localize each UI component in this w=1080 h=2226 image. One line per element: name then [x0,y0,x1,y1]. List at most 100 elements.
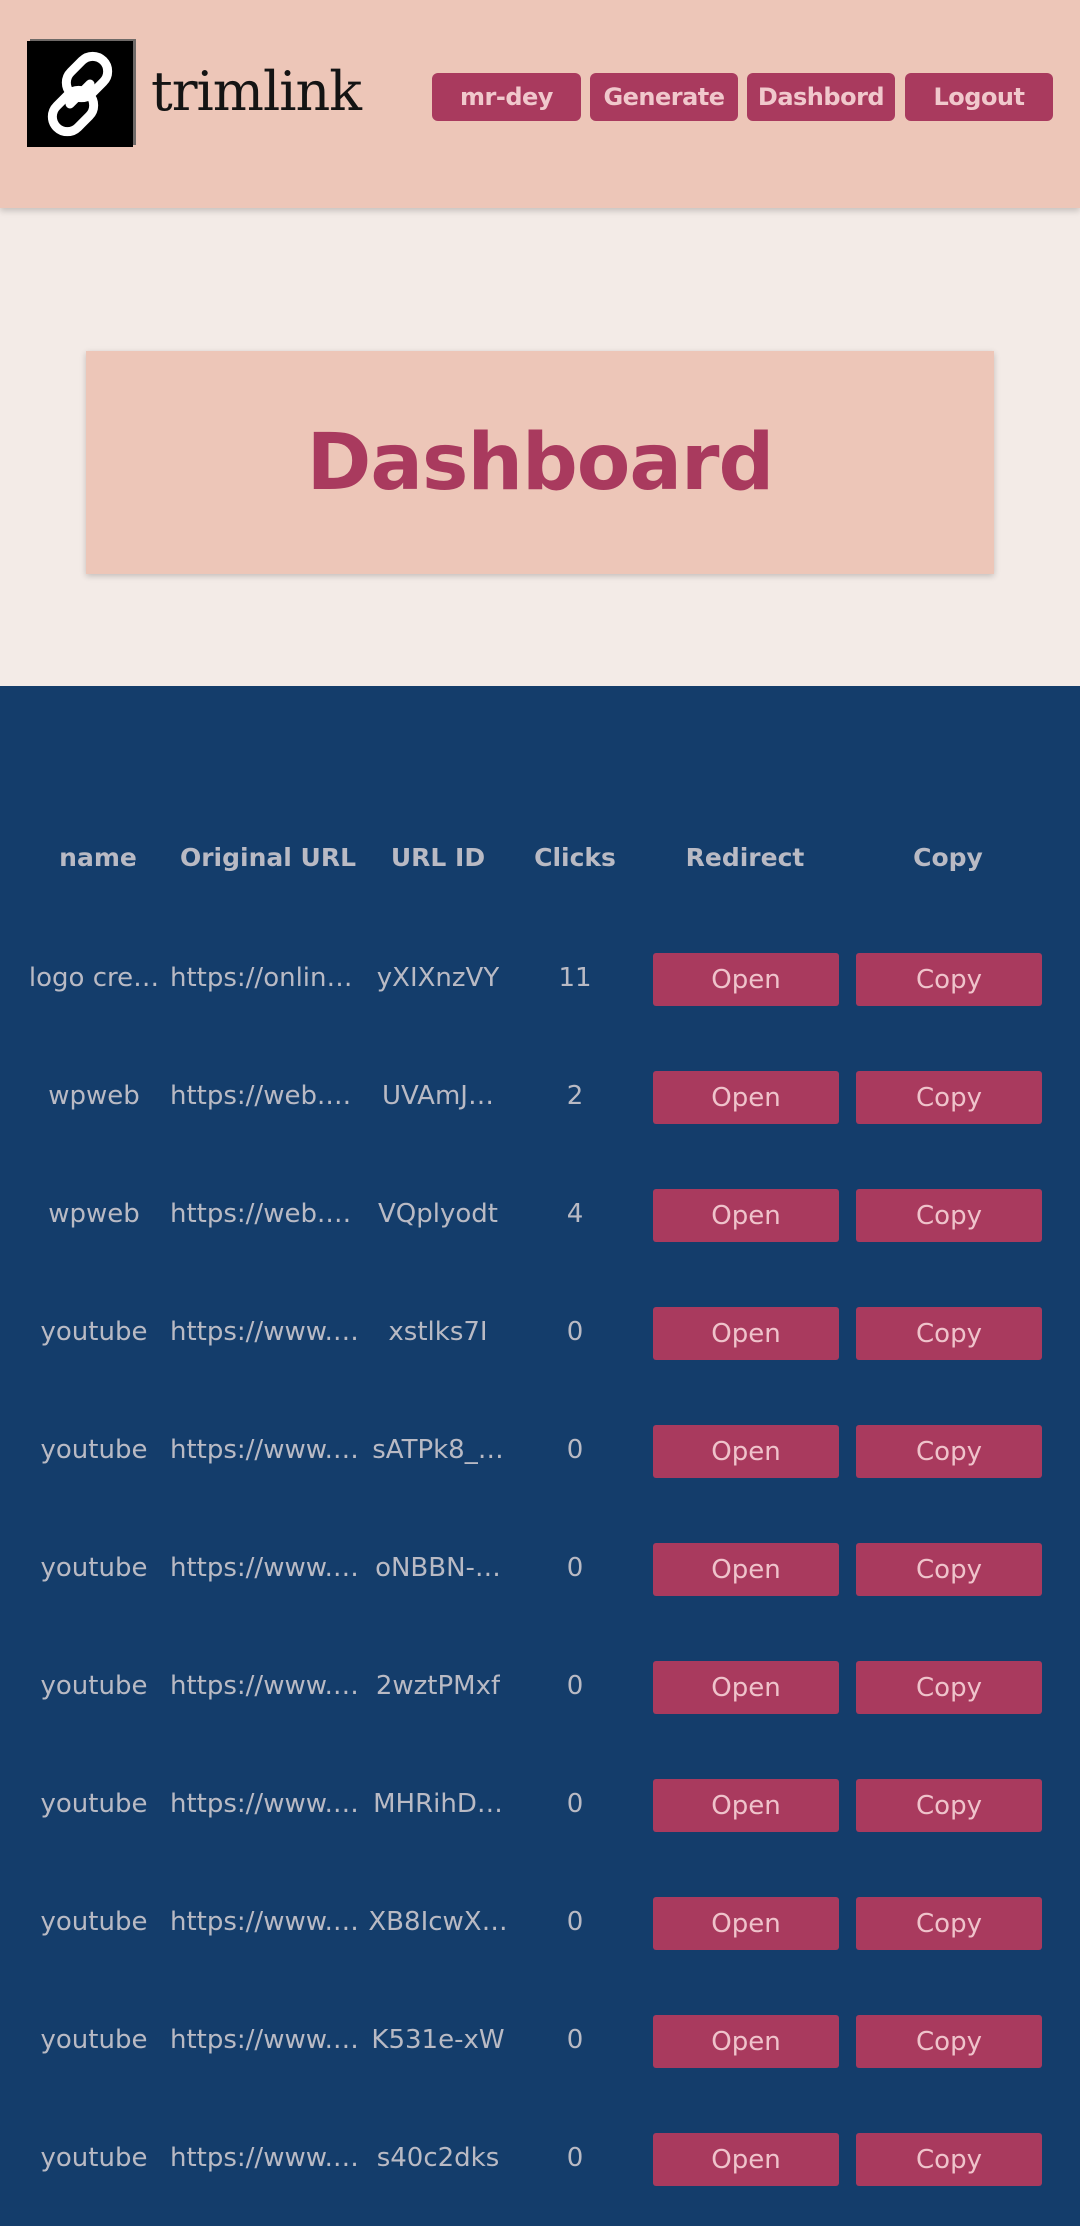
click-count: 0 [566,1435,584,1465]
links-table: name Original URL URL ID Clicks Redirect… [0,686,1080,2226]
header-name: name [59,843,137,872]
open-button[interactable]: Open [653,2015,839,2068]
click-count: 0 [566,1671,584,1701]
open-button[interactable]: Open [653,2133,839,2186]
header-copy: Copy [913,843,983,872]
cell-clicks: 4 [540,1184,610,1244]
url-id: oNBBN-… [375,1553,501,1583]
url-id: XB8IcwX… [368,1907,508,1937]
open-button[interactable]: Open [653,1307,839,1360]
copy-button[interactable]: Copy [856,2015,1042,2068]
copy-button[interactable]: Copy [856,1543,1042,1596]
original-url: https://web.… [170,1081,352,1111]
table-row: wpweb https://web.… UVAmJ… 2 Open Copy [0,1066,1080,1126]
cell-clicks: 0 [540,1302,610,1362]
open-button[interactable]: Open [653,1779,839,1832]
nav-dashboard-button[interactable]: Dashbord [747,73,895,121]
copy-button[interactable]: Copy [856,1779,1042,1832]
cell-original-url: https://onlin… [170,948,360,1008]
chain-link-icon [47,51,113,137]
link-name: youtube [40,1317,148,1347]
table-row: youtube https://www.… oNBBN-… 0 Open Copy [0,1538,1080,1598]
click-count: 0 [566,2143,584,2173]
nav-user-button[interactable]: mr-dey [432,73,581,121]
brand-name[interactable]: trimlink [151,60,362,123]
link-name: youtube [40,1789,148,1819]
cell-clicks: 11 [540,948,610,1008]
link-name: youtube [40,2143,148,2173]
cell-original-url: https://www.… [170,1892,360,1952]
cell-name: youtube [24,1538,164,1598]
original-url: https://onlin… [170,963,353,993]
copy-button[interactable]: Copy [856,1661,1042,1714]
open-button[interactable]: Open [653,1897,839,1950]
original-url: https://www.… [170,1317,359,1347]
copy-button[interactable]: Copy [856,2133,1042,2186]
table-row: logo cre… https://onlin… yXIXnzVY 11 Open Cop… [0,948,1080,1008]
cell-url-id: yXIXnzVY [368,948,508,1008]
copy-button[interactable]: Copy [856,1425,1042,1478]
copy-button[interactable]: Copy [856,1307,1042,1360]
cell-name: youtube [24,2010,164,2070]
click-count: 0 [566,1317,584,1347]
cell-url-id: K531e-xW [368,2010,508,2070]
cell-clicks: 0 [540,1656,610,1716]
cell-name: youtube [24,1892,164,1952]
cell-url-id: UVAmJ… [368,1066,508,1126]
open-button[interactable]: Open [653,1071,839,1124]
table-row: wpweb https://web.… VQplyodt 4 Open Copy [0,1184,1080,1244]
click-count: 4 [566,1199,584,1229]
top-navbar: trimlink mr-dey Generate Dashbord Logout [0,0,1080,208]
link-name: wpweb [48,1081,140,1111]
click-count: 0 [566,1553,584,1583]
cell-original-url: https://www.… [170,1302,360,1362]
cell-name: youtube [24,1302,164,1362]
cell-url-id: s40c2dks [368,2128,508,2188]
link-name: youtube [40,2025,148,2055]
open-button[interactable]: Open [653,1189,839,1242]
table-row: youtube https://www.… MHRihD… 0 Open Copy [0,1774,1080,1834]
table-row: youtube https://www.… XB8IcwX… 0 Open Copy [0,1892,1080,1952]
logo[interactable] [27,41,133,147]
open-button[interactable]: Open [653,1425,839,1478]
nav-generate-button[interactable]: Generate [590,73,738,121]
cell-clicks: 2 [540,1066,610,1126]
cell-url-id: VQplyodt [368,1184,508,1244]
open-button[interactable]: Open [653,953,839,1006]
header-clicks: Clicks [534,843,616,872]
cell-name: youtube [24,2128,164,2188]
cell-clicks: 0 [540,1774,610,1834]
cell-name: youtube [24,1656,164,1716]
cell-url-id: MHRihD… [368,1774,508,1834]
copy-button[interactable]: Copy [856,1071,1042,1124]
copy-button[interactable]: Copy [856,953,1042,1006]
cell-original-url: https://www.… [170,2010,360,2070]
cell-url-id: sATPk8_… [368,1420,508,1480]
table-row: youtube https://www.… K531e-xW 0 Open Copy [0,2010,1080,2070]
cell-name: wpweb [24,1184,164,1244]
logout-button[interactable]: Logout [905,73,1053,121]
click-count: 2 [566,1081,584,1111]
cell-original-url: https://www.… [170,1538,360,1598]
link-name: youtube [40,1671,148,1701]
header-url-id: URL ID [390,843,486,872]
url-id: xstlks7I [388,1317,488,1347]
link-name: youtube [40,1907,148,1937]
cell-url-id: xstlks7I [368,1302,508,1362]
url-id: s40c2dks [376,2143,500,2173]
url-id: yXIXnzVY [376,963,500,993]
click-count: 0 [566,2025,584,2055]
cell-name: logo cre… [24,948,164,1008]
cell-clicks: 0 [540,2010,610,2070]
copy-button[interactable]: Copy [856,1897,1042,1950]
original-url: https://www.… [170,1553,359,1583]
open-button[interactable]: Open [653,1661,839,1714]
open-button[interactable]: Open [653,1543,839,1596]
link-name: wpweb [48,1199,140,1229]
copy-button[interactable]: Copy [856,1189,1042,1242]
cell-original-url: https://www.… [170,1656,360,1716]
cell-clicks: 0 [540,1538,610,1598]
header-redirect: Redirect [685,843,805,872]
table-row: youtube https://www.… s40c2dks 0 Open Copy [0,2128,1080,2188]
click-count: 11 [558,963,592,993]
